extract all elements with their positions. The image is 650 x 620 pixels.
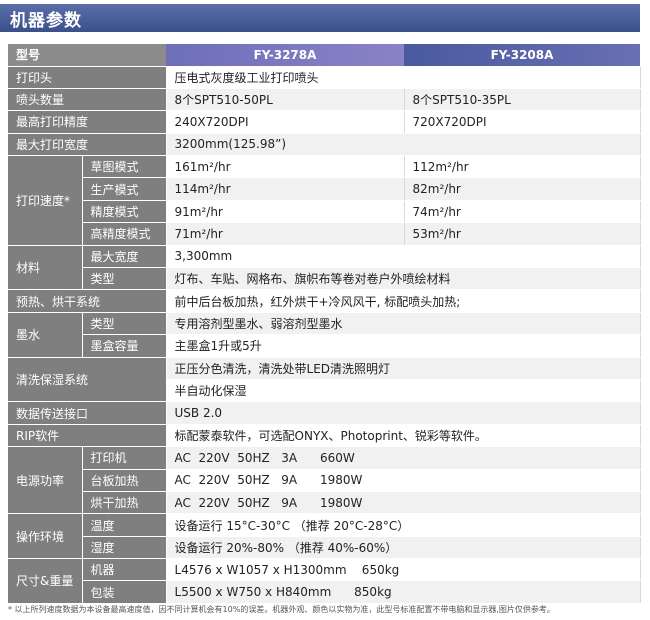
rip-label: RIP软件 xyxy=(8,424,167,448)
rip-value: 标配蒙泰软件，可选配ONYX、Photoprint、锐彩等软件。 xyxy=(166,424,641,448)
material-type-label: 类型 xyxy=(82,267,167,291)
size-machine-value: L4576 x W1057 x H1300mm 650kg xyxy=(166,558,641,582)
cleaning-label: 清洗保湿系统 xyxy=(8,357,167,403)
ink-type-label: 类型 xyxy=(82,312,167,336)
cleaning-line1: 正压分色清洗，清洗处带LED清洗照明灯 xyxy=(166,357,641,380)
title-bar: 机器参数 xyxy=(0,4,640,32)
nozzles-label: 喷头数量 xyxy=(8,88,167,112)
environment-temp-value: 设备运行 15°C-30°C （推荐 20°C-28°C） xyxy=(166,513,641,537)
interface-value: USB 2.0 xyxy=(166,401,641,425)
table-row: 烘干加热 AC 220V 50HZ 9A 1980W xyxy=(8,491,641,515)
power-dryer-value: AC 220V 50HZ 9A 1980W xyxy=(166,491,641,515)
ink-type-value: 专用溶剂型墨水、弱溶剂型墨水 xyxy=(166,312,641,336)
precision-b: 720X720DPI xyxy=(404,110,641,134)
table-row: 高精度模式 71m²/hr 53m²/hr xyxy=(8,222,641,246)
precision-a: 240X720DPI xyxy=(166,110,405,134)
environment-humidity-value: 设备运行 20%-80% （推荐 40%-60%） xyxy=(166,536,641,560)
power-dryer-label: 烘干加热 xyxy=(82,491,167,515)
speed-fine-label: 精度模式 xyxy=(82,200,167,224)
table-row: 包装 L5500 x W750 x H840mm 850kg xyxy=(8,580,641,604)
print-head-label: 打印头 xyxy=(8,66,167,89)
interface-label: 数据传送接口 xyxy=(8,401,167,425)
table-row: 台板加热 AC 220V 50HZ 9A 1980W xyxy=(8,469,641,492)
power-platen-label: 台板加热 xyxy=(82,469,167,492)
table-row: 尺寸&重量 机器 L4576 x W1057 x H1300mm 650kg xyxy=(8,558,641,604)
table-row: 操作环境 温度 设备运行 15°C-30°C （推荐 20°C-28°C） xyxy=(8,513,641,560)
speed-production-a: 114m²/hr xyxy=(166,177,405,201)
print-head-value: 压电式灰度级工业打印喷头 xyxy=(166,66,641,89)
table-row: 类型 灯布、车贴、网格布、旗帜布等卷对卷户外喷绘材料 xyxy=(8,267,641,291)
nozzles-a: 8个SPT510-50PL xyxy=(166,88,405,112)
environment-temp-label: 温度 xyxy=(82,513,167,537)
material-type-value: 灯布、车贴、网格布、旗帜布等卷对卷户外喷绘材料 xyxy=(166,267,641,291)
environment-humidity-label: 湿度 xyxy=(82,536,167,560)
model-a: FY-3278A xyxy=(166,44,405,67)
width-label: 最大打印宽度 xyxy=(8,133,167,157)
cleaning-line2: 半自动化保湿 xyxy=(166,379,641,403)
model-label: 型号 xyxy=(8,44,167,67)
size-package-value: L5500 x W750 x H840mm 850kg xyxy=(166,580,641,604)
speed-production-b: 82m²/hr xyxy=(404,177,641,201)
table-row: 打印头 压电式灰度级工业打印喷头 xyxy=(8,66,641,89)
table-row: 最高打印精度 240X720DPI 720X720DPI xyxy=(8,110,641,134)
environment-label: 操作环境 xyxy=(8,513,83,560)
speed-fine-a: 91m²/hr xyxy=(166,200,405,224)
heating-label: 预热、烘干系统 xyxy=(8,289,167,313)
speed-fine-b: 74m²/hr xyxy=(404,200,641,224)
table-row: 精度模式 91m²/hr 74m²/hr xyxy=(8,200,641,224)
speed-label: 打印速度* xyxy=(8,155,83,246)
ink-capacity-label: 墨盒容量 xyxy=(82,334,167,358)
table-row: 湿度 设备运行 20%-80% （推荐 40%-60%） xyxy=(8,536,641,560)
material-width-label: 最大宽度 xyxy=(82,245,167,269)
speed-draft-label: 草图模式 xyxy=(82,155,167,179)
speed-draft-b: 112m²/hr xyxy=(404,155,641,179)
table-row: 生产模式 114m²/hr 82m²/hr xyxy=(8,177,641,201)
table-row: 清洗保湿系统 正压分色清洗，清洗处带LED清洗照明灯 xyxy=(8,357,641,403)
precision-label: 最高打印精度 xyxy=(8,110,167,134)
table-row: 数据传送接口 USB 2.0 xyxy=(8,401,641,425)
table-row: 最大打印宽度 3200mm(125.98”) xyxy=(8,133,641,157)
nozzles-b: 8个SPT510-35PL xyxy=(404,88,641,112)
heating-value: 前中后台板加热，红外烘干+冷风风干, 标配喷头加热; xyxy=(166,289,641,313)
footnote: * 以上所列速度数据为本设备最高速度值，因不同计算机会有10%的误差。机器外观、… xyxy=(8,605,555,614)
table-row: 墨盒容量 主墨盒1升或5升 xyxy=(8,334,641,358)
size-package-label: 包装 xyxy=(82,580,167,604)
speed-production-label: 生产模式 xyxy=(82,177,167,201)
speed-high-a: 71m²/hr xyxy=(166,222,405,246)
table-row: 墨水 类型 专用溶剂型墨水、弱溶剂型墨水 xyxy=(8,312,641,358)
speed-high-label: 高精度模式 xyxy=(82,222,167,246)
speed-draft-a: 161m²/hr xyxy=(166,155,405,179)
table-row: 电源功率 打印机 AC 220V 50HZ 3A 660W xyxy=(8,446,641,515)
width-value: 3200mm(125.98”) xyxy=(166,133,641,157)
power-printer-label: 打印机 xyxy=(82,446,167,470)
power-printer-value: AC 220V 50HZ 3A 660W xyxy=(166,446,641,470)
spec-table: 型号 FY-3278A FY-3208A 打印头 压电式灰度级工业打印喷头 喷头… xyxy=(8,44,641,604)
material-label: 材料 xyxy=(8,245,83,291)
model-b: FY-3208A xyxy=(404,44,641,67)
table-row: 材料 最大宽度 3,300mm xyxy=(8,245,641,291)
material-width-value: 3,300mm xyxy=(166,245,641,269)
table-row: RIP软件 标配蒙泰软件，可选配ONYX、Photoprint、锐彩等软件。 xyxy=(8,424,641,448)
size-machine-label: 机器 xyxy=(82,558,167,582)
speed-high-b: 53m²/hr xyxy=(404,222,641,246)
ink-capacity-value: 主墨盒1升或5升 xyxy=(166,334,641,358)
power-label: 电源功率 xyxy=(8,446,83,515)
header-row: 型号 FY-3278A FY-3208A xyxy=(8,44,641,67)
ink-label: 墨水 xyxy=(8,312,83,358)
power-platen-value: AC 220V 50HZ 9A 1980W xyxy=(166,469,641,492)
table-row: 喷头数量 8个SPT510-50PL 8个SPT510-35PL xyxy=(8,88,641,112)
size-label: 尺寸&重量 xyxy=(8,558,83,604)
table-row: 预热、烘干系统 前中后台板加热，红外烘干+冷风风干, 标配喷头加热; xyxy=(8,289,641,313)
table-row: 打印速度* 草图模式 161m²/hr 112m²/hr xyxy=(8,155,641,246)
page-title: 机器参数 xyxy=(10,10,82,31)
